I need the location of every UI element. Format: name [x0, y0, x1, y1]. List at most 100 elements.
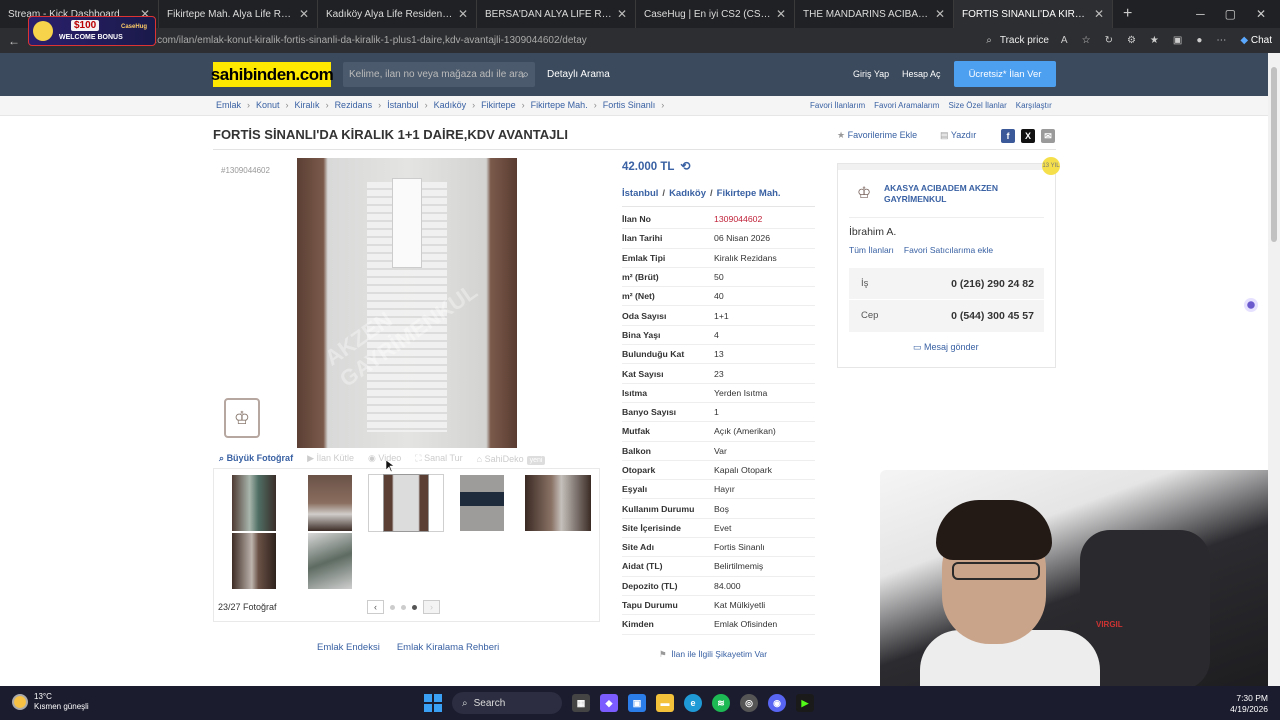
thumbnail[interactable]: [308, 475, 352, 531]
next-page-icon[interactable]: ›: [423, 600, 440, 614]
phone-row-work[interactable]: İş 0 (216) 290 24 82: [849, 268, 1044, 299]
assistant-floating-icon[interactable]: [1244, 298, 1258, 312]
bottom-link[interactable]: Emlak Endeksi: [317, 642, 380, 653]
file-explorer-icon[interactable]: ▬: [656, 694, 674, 712]
browser-tab[interactable]: SFORTİS SİNANLI'DA KİRALIK 1+1✕: [954, 0, 1113, 28]
user-link[interactable]: Favori Aramalarım: [874, 101, 939, 110]
browser-tab[interactable]: SFikirtepe Mah. Alya Life Residence✕: [159, 0, 318, 28]
breadcrumb-item[interactable]: Kadıköy: [434, 100, 467, 110]
gallery-tab[interactable]: ⛶ Sanal Tur: [415, 453, 462, 464]
register-link[interactable]: Hesap Aç: [902, 69, 941, 79]
page-scrollbar[interactable]: [1268, 53, 1280, 686]
breadcrumb-item[interactable]: Fikirtepe: [481, 100, 516, 110]
search-lens-icon[interactable]: ⌕: [986, 35, 992, 46]
send-message-button[interactable]: ▭ Mesaj gönder: [913, 342, 979, 353]
breadcrumb-item[interactable]: Emlak: [216, 100, 241, 110]
gallery-tab[interactable]: ⌂ SahiDeko yeni: [477, 454, 546, 465]
close-window-icon[interactable]: ✕: [1256, 7, 1266, 21]
back-icon[interactable]: ←: [8, 34, 20, 48]
mail-icon[interactable]: ✉: [1041, 129, 1055, 143]
favorites-icon[interactable]: ★: [1150, 35, 1159, 46]
agency-name[interactable]: AKASYA ACIBADEM AKZEN GAYRİMENKUL: [884, 183, 1024, 205]
url-field[interactable]: https://www.sahibinden.com/ilan/emlak-ko…: [52, 35, 986, 46]
copilot-app-icon[interactable]: ◆: [600, 694, 618, 712]
main-photo[interactable]: AKZEN GAYRİMENKUL: [297, 158, 517, 448]
breadcrumb-item[interactable]: İstanbul: [387, 100, 419, 110]
more-menu-icon[interactable]: ⋯: [1216, 35, 1226, 46]
sync-icon[interactable]: ↻: [1105, 35, 1113, 46]
thumbnail-selected[interactable]: [383, 474, 429, 532]
user-link[interactable]: Favori İlanlarım: [810, 101, 865, 110]
page-dot-active[interactable]: [412, 604, 417, 610]
windows-start-icon[interactable]: [424, 694, 442, 712]
phone-row-mobile[interactable]: Cep 0 (544) 300 45 57: [849, 300, 1044, 331]
close-tab-icon[interactable]: ✕: [458, 7, 468, 21]
breadcrumb-item[interactable]: Kiralık: [295, 100, 320, 110]
complain-link[interactable]: ⚑ İlan ile İlgili Şikayetim Var: [659, 649, 767, 660]
collections-icon[interactable]: ▣: [1173, 35, 1182, 46]
edge-browser-icon[interactable]: e: [684, 694, 702, 712]
new-tab-button[interactable]: +: [1123, 5, 1132, 23]
breadcrumb-item[interactable]: Konut: [256, 100, 280, 110]
price-history-icon[interactable]: ⟲: [680, 159, 690, 173]
facebook-icon[interactable]: f: [1001, 129, 1015, 143]
bottom-link[interactable]: Emlak Kiralama Rehberi: [397, 642, 499, 653]
login-link[interactable]: Giriş Yap: [853, 69, 889, 79]
store-icon[interactable]: ▣: [628, 694, 646, 712]
close-tab-icon[interactable]: ✕: [299, 7, 309, 21]
copilot-chat-button[interactable]: ◆ Chat: [1240, 35, 1272, 46]
print-button[interactable]: ▤ Yazdır: [940, 130, 976, 141]
kick-app-icon[interactable]: ▶: [796, 694, 814, 712]
task-view-icon[interactable]: ▦: [572, 694, 590, 712]
post-ad-button[interactable]: Ücretsiz* İlan Ver: [954, 61, 1056, 87]
close-tab-icon[interactable]: ✕: [776, 7, 786, 21]
thumbnail[interactable]: [232, 533, 276, 589]
favorite-star-icon[interactable]: ☆: [1082, 35, 1091, 46]
close-tab-icon[interactable]: ✕: [1094, 7, 1104, 21]
gallery-tab[interactable]: ⌕ Büyük Fotoğraf: [219, 453, 293, 464]
browser-tab[interactable]: SKadıköy Alya Life Residence Ferah✕: [318, 0, 477, 28]
track-price-button[interactable]: Track price: [1000, 35, 1049, 46]
discord-icon[interactable]: ◉: [768, 694, 786, 712]
favorite-seller-link[interactable]: Favori Satıcılarıma ekle: [904, 245, 993, 255]
gallery-tab[interactable]: ▶ İlan Kütle: [307, 453, 354, 464]
spotify-icon[interactable]: ≋: [712, 694, 730, 712]
x-twitter-icon[interactable]: X: [1021, 129, 1035, 143]
agency-logo-icon[interactable]: ♔: [851, 179, 877, 207]
thumbnail[interactable]: [460, 475, 504, 531]
breadcrumb-item[interactable]: Fortis Sinanlı: [603, 100, 656, 110]
close-tab-icon[interactable]: ✕: [935, 7, 945, 21]
add-favorite-button[interactable]: ★ Favorilerime Ekle: [837, 130, 917, 141]
location-link[interactable]: Fikirtepe Mah.: [717, 188, 781, 199]
search-icon[interactable]: ⌕: [522, 67, 529, 82]
site-logo[interactable]: sahibinden.com: [211, 62, 334, 87]
breadcrumb-item[interactable]: Rezidans: [335, 100, 373, 110]
user-link[interactable]: Size Özel İlanlar: [948, 101, 1006, 110]
extensions-icon[interactable]: ⚙: [1127, 35, 1136, 46]
gallery-tab[interactable]: ◉ Video: [368, 453, 401, 464]
location-link[interactable]: İstanbul: [622, 188, 658, 199]
maximize-icon[interactable]: ▢: [1225, 7, 1236, 21]
read-aloud-icon[interactable]: A: [1061, 35, 1068, 46]
taskbar-search[interactable]: ⌕ Search: [452, 692, 562, 714]
prev-page-icon[interactable]: ‹: [367, 600, 384, 614]
site-search-input[interactable]: Kelime, ilan no veya mağaza adı ile ara …: [343, 62, 535, 87]
thumbnail[interactable]: [308, 533, 352, 589]
breadcrumb-item[interactable]: Fikirtepe Mah.: [531, 100, 588, 110]
weather-widget[interactable]: 13°C Kısmen güneşli: [12, 692, 89, 712]
browser-tab[interactable]: STHE MANDARINS ACIBADEM DE✕: [795, 0, 954, 28]
profile-avatar[interactable]: ●: [1196, 35, 1202, 46]
minimize-icon[interactable]: ─: [1196, 7, 1205, 21]
browser-tab[interactable]: SBERSA'DAN ALYA LİFE RESİDENCE✕: [477, 0, 636, 28]
detailed-search-link[interactable]: Detaylı Arama: [547, 69, 610, 80]
all-listings-link[interactable]: Tüm İlanları: [849, 245, 894, 255]
steam-icon[interactable]: ◎: [740, 694, 758, 712]
scrollbar-thumb[interactable]: [1271, 67, 1277, 242]
page-dot[interactable]: [390, 604, 395, 610]
page-dot[interactable]: [401, 604, 406, 610]
system-clock[interactable]: 7:30 PM 4/19/2026: [1228, 693, 1268, 715]
close-tab-icon[interactable]: ✕: [617, 7, 627, 21]
thumbnail[interactable]: [525, 475, 591, 531]
browser-tab[interactable]: CCaseHug | En iyi CS2 (CS:GO) kasa✕: [636, 0, 795, 28]
thumbnail[interactable]: [232, 475, 276, 531]
